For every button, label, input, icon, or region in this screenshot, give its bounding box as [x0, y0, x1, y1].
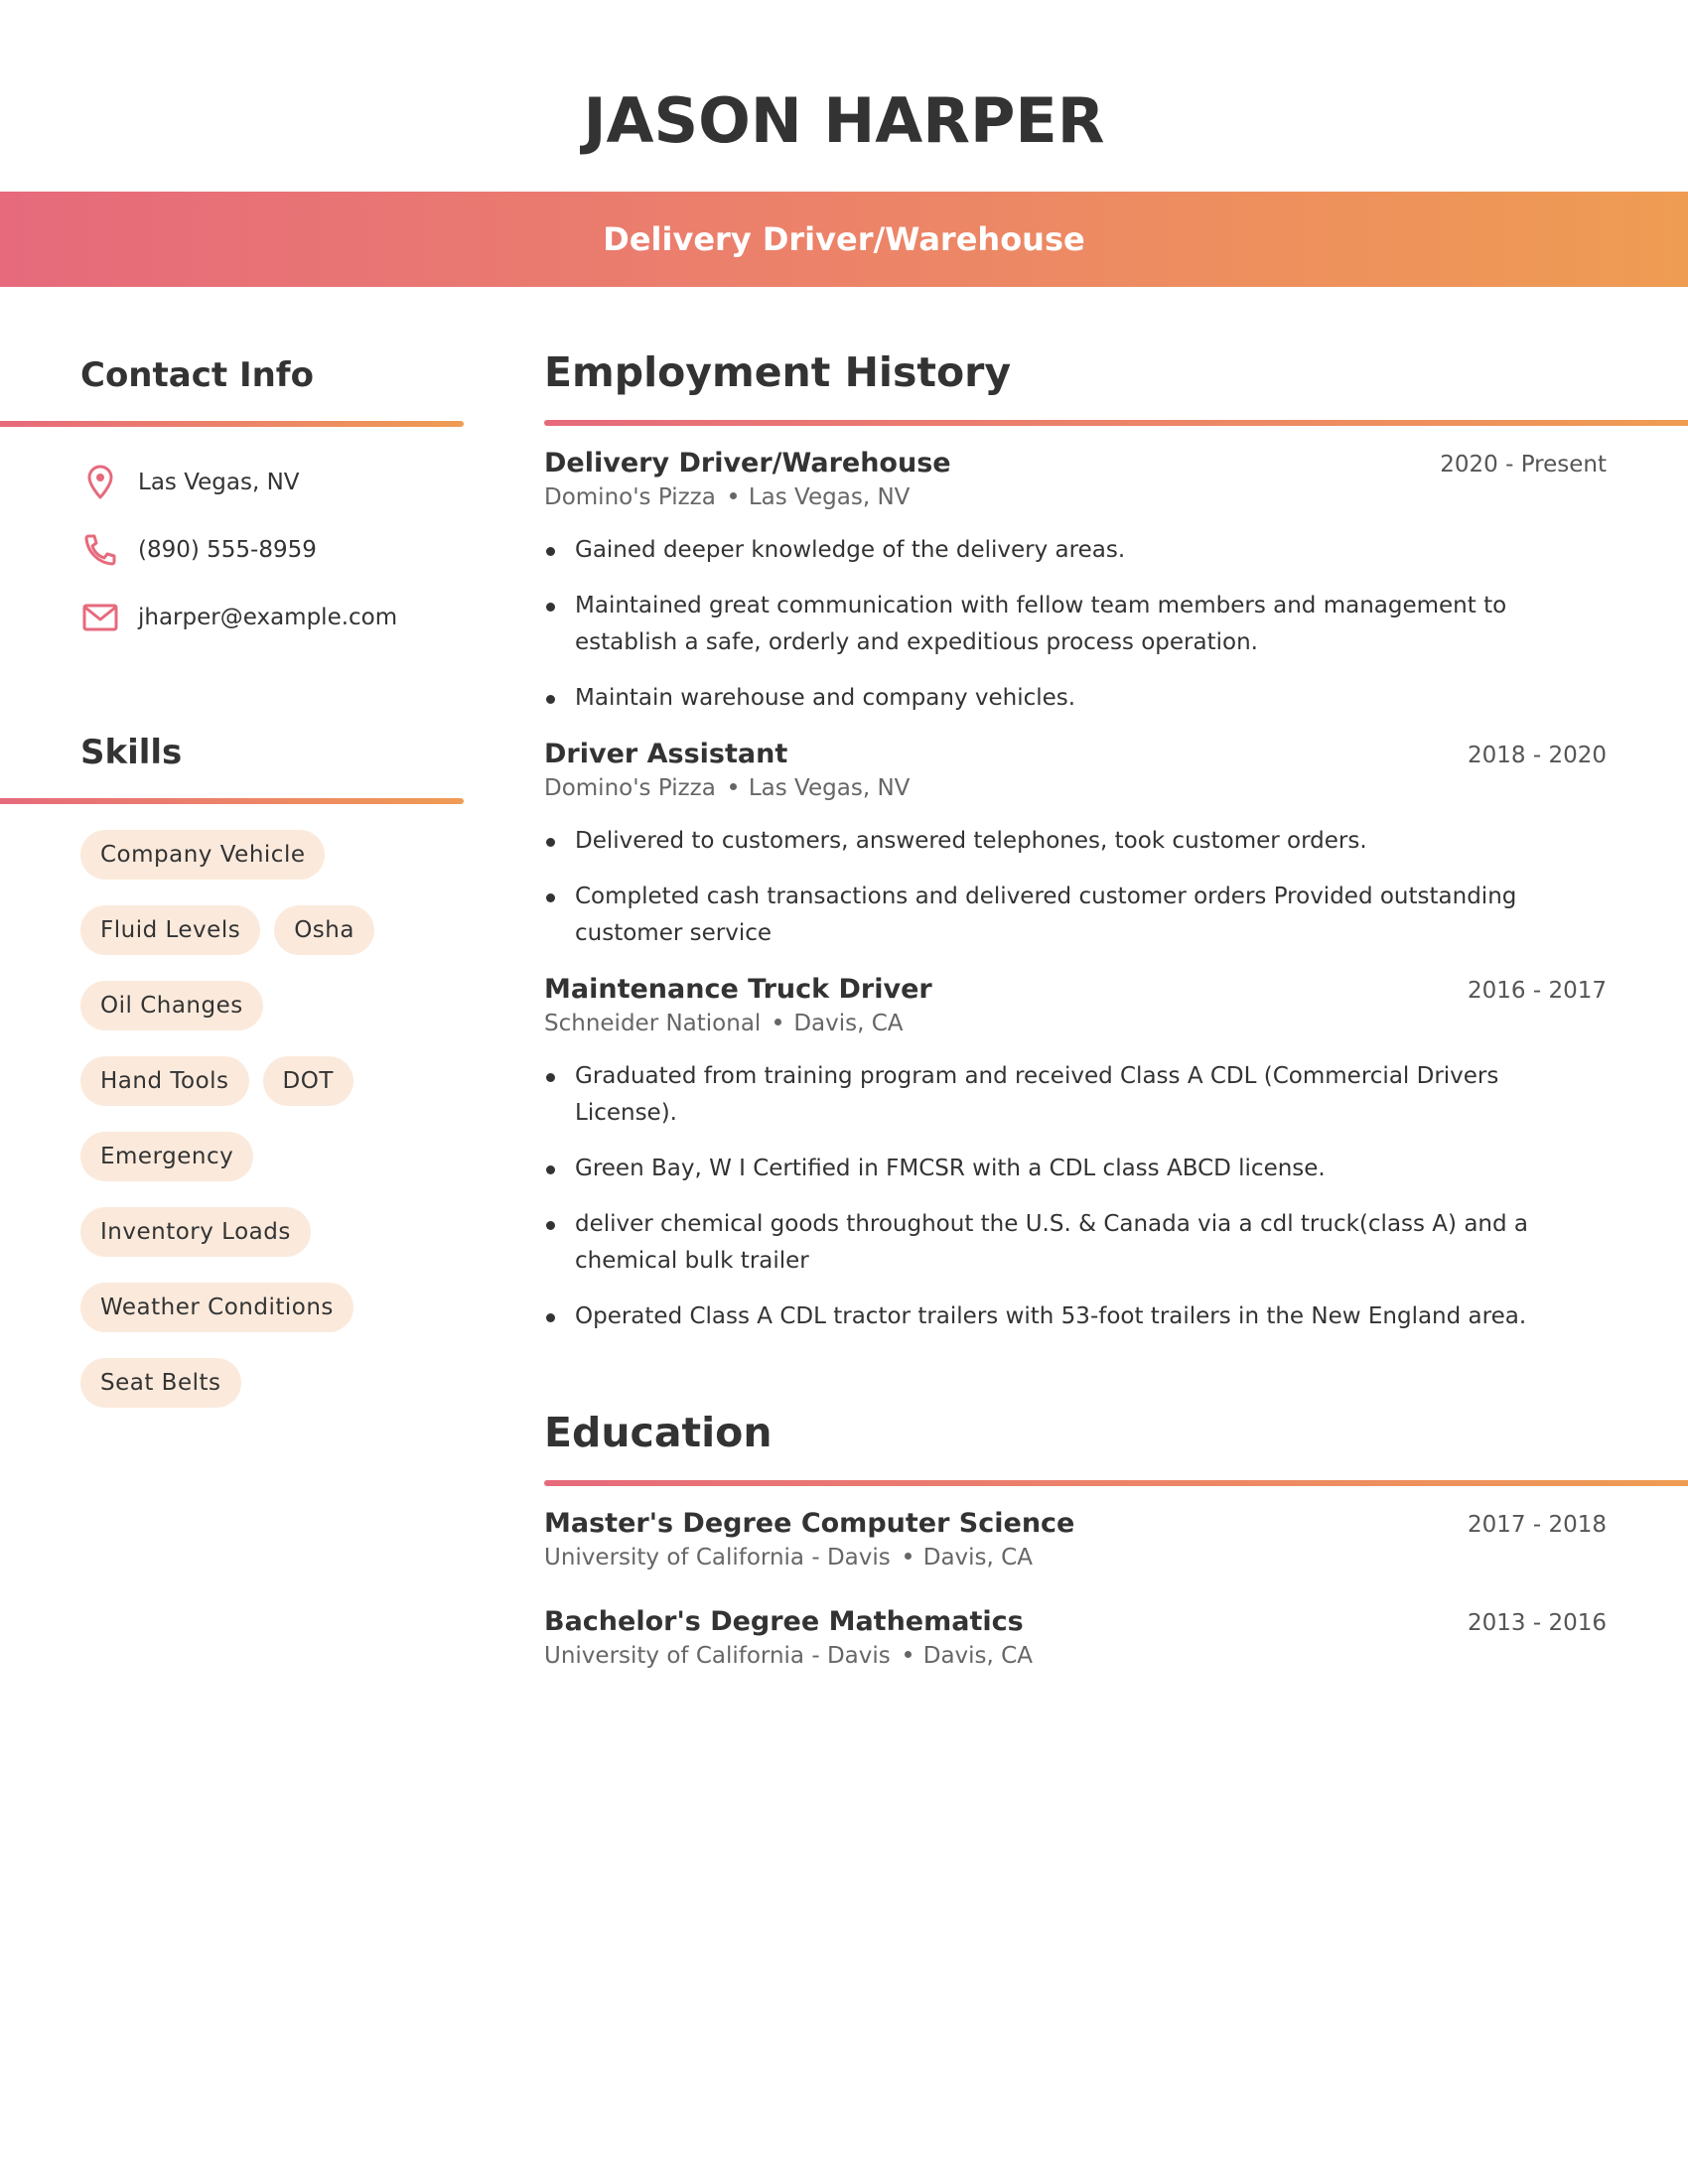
bullet-item: Gained deeper knowledge of the delivery … [544, 532, 1607, 569]
section-divider [0, 798, 464, 804]
location: Las Vegas, NV [748, 775, 911, 801]
education-heading: Education [544, 1409, 773, 1456]
contact-location: Las Vegas, NV [80, 449, 464, 516]
education-dates: 2017 - 2018 [1468, 1512, 1607, 1538]
education-entry: Master's Degree Computer Science 2017 - … [544, 1508, 1607, 1570]
bullet-item: Completed cash transactions and delivere… [544, 879, 1607, 952]
degree-title: Bachelor's Degree Mathematics [544, 1606, 1024, 1637]
employment-heading: Employment History [544, 348, 1012, 396]
education-school: University of California - Davis Davis, C… [544, 1643, 1607, 1669]
section-divider [0, 421, 464, 427]
skill-chip: Seat Belts [80, 1358, 241, 1408]
job-title: Delivery Driver/Warehouse [603, 220, 1085, 258]
job-title: Delivery Driver/Warehouse [544, 448, 951, 478]
job-bullets: Delivered to customers, answered telepho… [544, 823, 1607, 952]
bullet-item: Green Bay, W I Certified in FMCSR with a… [544, 1151, 1607, 1187]
skill-chip: Oil Changes [80, 981, 263, 1030]
section-divider [544, 1480, 1688, 1486]
bullet-item: deliver chemical goods throughout the U.… [544, 1206, 1607, 1280]
job-employer: Domino's Pizza Las Vegas, NV [544, 484, 1607, 510]
separator-dot [729, 492, 737, 499]
bullet-item: Delivered to customers, answered telepho… [544, 823, 1607, 860]
separator-dot [729, 783, 737, 790]
education-entry: Bachelor's Degree Mathematics 2013 - 201… [544, 1606, 1607, 1669]
location: Davis, CA [922, 1643, 1033, 1669]
skills-section: Skills Company Vehicle Fluid Levels Osha… [0, 725, 464, 1408]
email-text: jharper@example.com [138, 605, 398, 630]
job-entry: Maintenance Truck Driver 2016 - 2017 Sch… [544, 974, 1607, 1335]
job-entry: Delivery Driver/Warehouse 2020 - Present… [544, 448, 1607, 717]
skill-chip: Emergency [80, 1132, 254, 1181]
skill-chip: Weather Conditions [80, 1283, 353, 1332]
contact-list: Las Vegas, NV (890) 555-8959 jharper@exa… [0, 449, 464, 651]
job-dates: 2018 - 2020 [1468, 743, 1607, 768]
education-section: Education Master's Degree Computer Scien… [544, 1403, 1688, 1669]
skill-chip: Fluid Levels [80, 905, 261, 955]
job-employer: Domino's Pizza Las Vegas, NV [544, 775, 1607, 801]
job-title: Driver Assistant [544, 739, 788, 769]
education-dates: 2013 - 2016 [1468, 1610, 1607, 1636]
contact-phone: (890) 555-8959 [80, 516, 464, 584]
main-content: Employment History Delivery Driver/Wareh… [544, 342, 1688, 1669]
job-entry: Driver Assistant 2018 - 2020 Domino's Pi… [544, 739, 1607, 952]
skills-list: Company Vehicle Fluid Levels Osha Oil Ch… [80, 830, 418, 1408]
bullet-item: Graduated from training program and rece… [544, 1058, 1607, 1132]
location: Davis, CA [793, 1011, 904, 1036]
separator-dot [774, 1019, 782, 1025]
bullet-item: Operated Class A CDL tractor trailers wi… [544, 1298, 1607, 1335]
skill-chip: DOT [262, 1056, 353, 1106]
contact-email: jharper@example.com [80, 584, 464, 651]
job-title: Maintenance Truck Driver [544, 974, 932, 1005]
skill-chip: Company Vehicle [80, 830, 326, 880]
candidate-name: JASON HARPER [583, 84, 1105, 157]
company: Domino's Pizza [544, 484, 716, 510]
skill-chip: Hand Tools [80, 1056, 249, 1106]
contact-section: Contact Info Las Vegas, NV (890) 555-895… [0, 347, 464, 651]
phone-text: (890) 555-8959 [138, 537, 317, 563]
location: Davis, CA [922, 1545, 1033, 1570]
skill-chip: Inventory Loads [80, 1207, 311, 1257]
job-bullets: Gained deeper knowledge of the delivery … [544, 532, 1607, 717]
bullet-item: Maintain warehouse and company vehicles. [544, 680, 1607, 717]
education-school: University of California - Davis Davis, C… [544, 1545, 1607, 1570]
phone-icon [80, 530, 120, 570]
skills-heading: Skills [80, 733, 183, 772]
bullet-item: Maintained great communication with fell… [544, 588, 1607, 661]
employment-section: Employment History Delivery Driver/Wareh… [544, 342, 1688, 1335]
separator-dot [904, 1651, 912, 1658]
job-bullets: Graduated from training program and rece… [544, 1058, 1607, 1335]
school: University of California - Davis [544, 1643, 891, 1669]
section-divider [544, 420, 1688, 426]
skill-chip: Osha [274, 905, 374, 955]
location: Las Vegas, NV [748, 484, 911, 510]
location-text: Las Vegas, NV [138, 470, 300, 495]
sidebar: Contact Info Las Vegas, NV (890) 555-895… [0, 347, 464, 1408]
company: Schneider National [544, 1011, 762, 1036]
contact-heading: Contact Info [80, 355, 314, 395]
job-title-banner: Delivery Driver/Warehouse [0, 192, 1688, 287]
job-dates: 2016 - 2017 [1468, 978, 1607, 1004]
job-employer: Schneider National Davis, CA [544, 1011, 1607, 1036]
email-icon [80, 598, 120, 637]
school: University of California - Davis [544, 1545, 891, 1570]
location-pin-icon [80, 463, 120, 502]
company: Domino's Pizza [544, 775, 716, 801]
job-dates: 2020 - Present [1440, 452, 1607, 478]
separator-dot [904, 1553, 912, 1560]
degree-title: Master's Degree Computer Science [544, 1508, 1075, 1539]
